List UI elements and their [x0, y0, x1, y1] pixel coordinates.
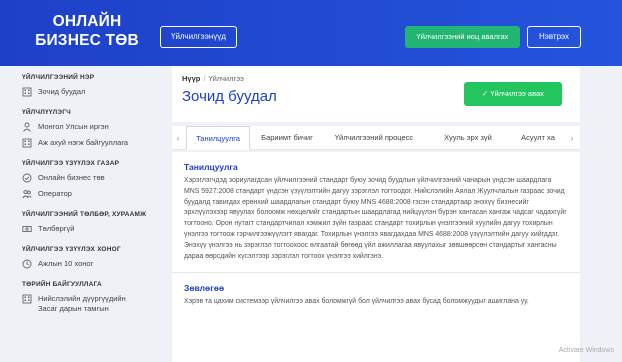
- sidebar-heading: ҮЙЛЧИЛГЭЭ ҮЗҮҮЛЭХ ГАЗАР: [22, 160, 162, 167]
- site-header: ОНЛАЙН БИЗНЕС ТӨВ Үйлчилгээнүүд Үйлчилгэ…: [0, 0, 622, 66]
- section-text: Хэрэв та цахим системээр үйлчилгээ авах …: [184, 297, 568, 308]
- sidebar-heading: ҮЙЛЧИЛГЭЭНИЙ ТӨЛБӨР, ХУРААМЖ: [22, 211, 162, 218]
- divider: [172, 272, 580, 273]
- main-content: Нүүр/Үйлчилгээ Зочид буудал ✓ Үйлчилгээ …: [172, 66, 580, 356]
- sidebar-item-label: Зочид буудал: [38, 87, 85, 97]
- sidebar-item: Монгол Улсын иргэн: [22, 122, 162, 132]
- site-logo[interactable]: ОНЛАЙН БИЗНЕС ТӨВ: [22, 12, 152, 50]
- users-icon: [22, 189, 33, 199]
- tab-scroll-left-icon[interactable]: ‹: [172, 126, 184, 150]
- building-icon: [22, 294, 33, 304]
- sidebar-item-label: Ажлын 10 хоног: [38, 259, 93, 269]
- sidebar-heading: ҮЙЛЧЛҮҮЛЭГЧ: [22, 109, 162, 116]
- page-title: Зочид буудал: [182, 88, 277, 105]
- money-icon: [22, 224, 33, 234]
- sidebar-item: Зочид буудал: [22, 87, 162, 97]
- sidebar-item-label: Онлайн бизнес төв: [38, 173, 105, 183]
- sidebar-item-label: Монгол Улсын иргэн: [38, 122, 109, 132]
- sidebar-item: Төлбөргүй: [22, 224, 162, 234]
- tab-documents[interactable]: Бариимт бичиг: [256, 126, 318, 150]
- section-title: Танилцуулга: [184, 162, 568, 172]
- sidebar-item-label: Аж ахуй нэгж байгууллага: [38, 138, 128, 148]
- request-service-button[interactable]: ✓ Үйлчилгээ авах: [464, 82, 562, 106]
- breadcrumb-current[interactable]: Үйлчилгээ: [208, 74, 243, 83]
- section-text: Хэрэглэгчдэд зориулагдсан үйлчилгээний с…: [184, 176, 568, 262]
- check-circle-icon: [22, 173, 33, 183]
- breadcrumb-home[interactable]: Нүүр: [182, 74, 200, 83]
- sidebar-item: Онлайн бизнес төв: [22, 173, 162, 183]
- tab-introduction[interactable]: Танилцуулга: [186, 126, 250, 150]
- sidebar-item: Оператор: [22, 189, 162, 199]
- services-button[interactable]: Үйлчилгээнүүд: [160, 26, 237, 48]
- building-icon: [22, 87, 33, 97]
- breadcrumb: Нүүр/Үйлчилгээ: [182, 74, 244, 83]
- sidebar-item: Нийслэлийн дүүргүүдийн Засаг дарын тамгы…: [22, 294, 162, 314]
- sidebar-heading: ТӨРИЙН БАЙГУУЛЛАГА: [22, 281, 162, 288]
- title-panel: Нүүр/Үйлчилгээ Зочид буудал ✓ Үйлчилгээ …: [172, 66, 580, 122]
- sidebar-item-label: Төлбөргүй: [38, 224, 74, 234]
- building-icon: [22, 138, 33, 148]
- sidebar-heading: ҮЙЛЧИЛГЭЭНИЙ НЭР: [22, 74, 162, 81]
- sidebar-item: Ажлын 10 хоног: [22, 259, 162, 269]
- tab-content: Танилцуулга Хэрэглэгчдэд зориулагдсан үй…: [172, 152, 580, 362]
- person-icon: [22, 122, 33, 132]
- service-info-sidebar: ҮЙЛЧИЛГЭЭНИЙ НЭР Зочид буудал ҮЙЛЧЛҮҮЛЭГ…: [22, 70, 162, 314]
- tab-process[interactable]: Үйлчилгээний процесс: [324, 126, 424, 150]
- clock-icon: [22, 259, 33, 269]
- sidebar-item: Аж ахуй нэгж байгууллага: [22, 138, 162, 148]
- tab-faq[interactable]: Асуулт ха: [512, 126, 564, 150]
- sidebar-heading: ҮЙЛЧИЛГЭЭ ҮЗҮҮЛЭХ ХОНОГ: [22, 246, 162, 253]
- section-title: Зөвлөгөө: [184, 283, 568, 293]
- tab-bar: ‹ Танилцуулга Бариимт бичиг Үйлчилгээний…: [172, 126, 580, 150]
- login-button[interactable]: Нэвтрэх: [527, 26, 581, 48]
- sidebar-item-label: Нийслэлийн дүүргүүдийн Засаг дарын тамгы…: [38, 294, 143, 314]
- header-request-button[interactable]: Үйлчилгээний иоц авалгах: [405, 26, 520, 48]
- sidebar-item-label: Оператор: [38, 189, 72, 199]
- tab-law[interactable]: Хууль эрх зүй: [430, 126, 506, 150]
- tab-scroll-right-icon[interactable]: ›: [566, 126, 578, 150]
- os-watermark: Activate Windows: [559, 347, 614, 354]
- breadcrumb-separator: /: [203, 74, 205, 83]
